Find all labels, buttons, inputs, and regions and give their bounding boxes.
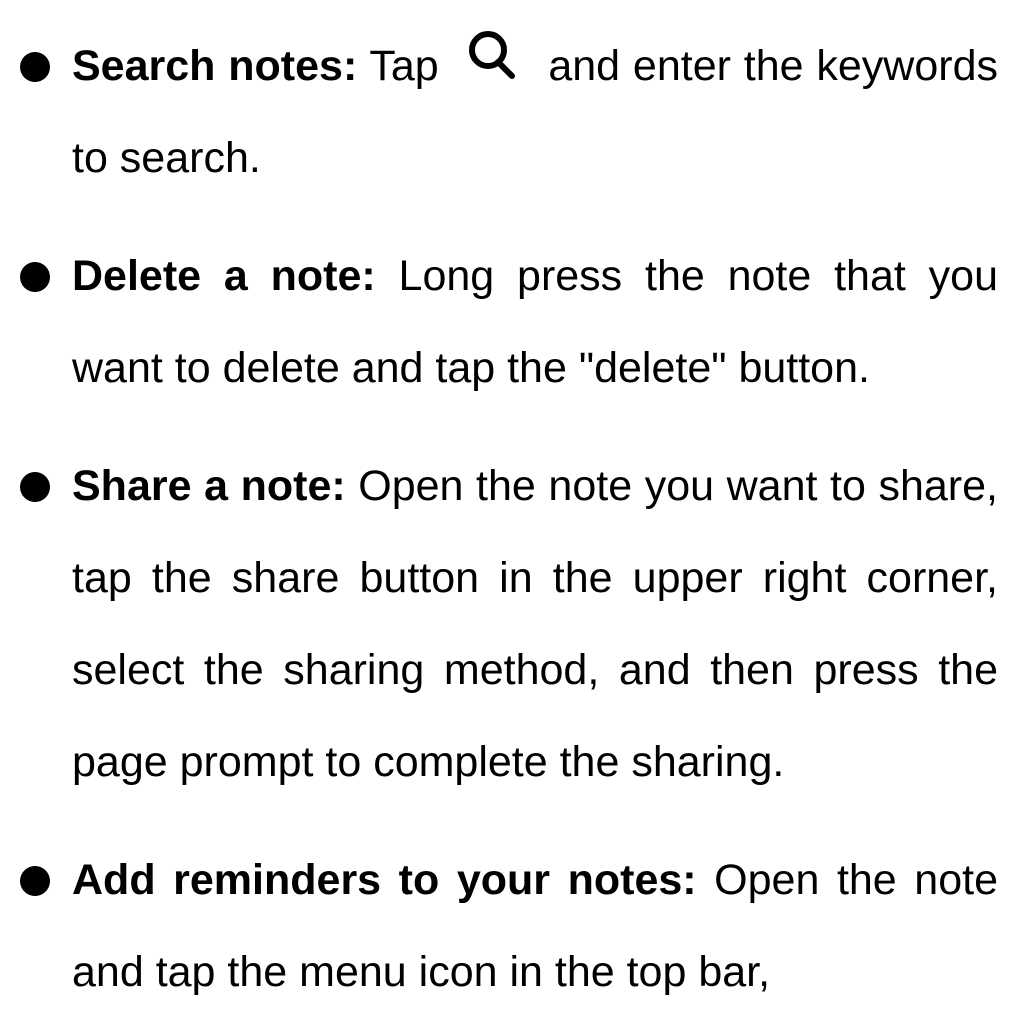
list-item-search-notes: Search notes: Tap and enter the keywords…	[20, 20, 998, 204]
item-term: Add reminders to your notes:	[72, 856, 697, 904]
bullet	[20, 866, 50, 896]
item-term: Search notes:	[72, 42, 358, 90]
bullet	[20, 262, 50, 292]
list-item-delete-note: Delete a note: Long press the note that …	[20, 230, 998, 414]
list-item-share-note: Share a note: Open the note you want to …	[20, 440, 998, 808]
item-term: Delete a note:	[72, 252, 376, 300]
item-text: Tap	[357, 42, 452, 90]
help-document: Search notes: Tap and enter the keywords…	[0, 0, 1020, 1012]
bullet	[20, 472, 50, 502]
item-term: Share a note:	[72, 462, 346, 510]
bullet	[20, 52, 50, 82]
search-icon	[458, 24, 530, 84]
list-item-add-reminders: Add reminders to your notes: Open the no…	[20, 834, 998, 1018]
item-text: Open the note you want to share, tap the…	[72, 462, 998, 786]
